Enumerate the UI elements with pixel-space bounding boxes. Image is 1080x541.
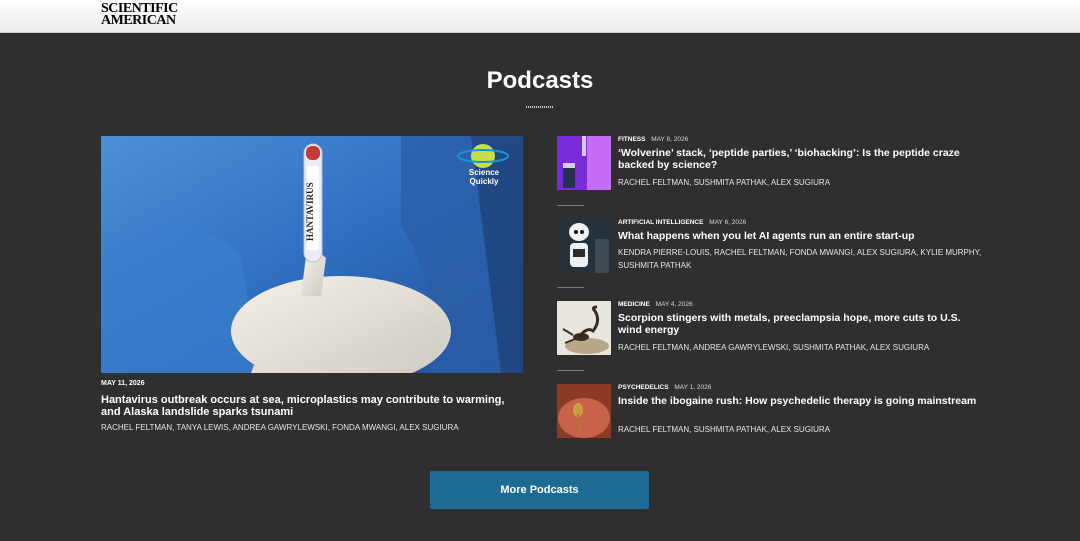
thumbnail-image-scorpion [557,301,611,355]
hero-authors: RACHEL FELTMAN, TANYA LEWIS, ANDREA GAWR… [101,423,459,432]
item-meta: ARTIFICIAL INTELLIGENCE MAY 6, 2026 [618,219,746,226]
hero-image[interactable]: HANTAVIRUS Science Quickly [101,136,523,373]
item-meta: MEDICINE MAY 4, 2026 [618,301,693,308]
podcast-thumbnail[interactable] [557,136,611,190]
item-title[interactable]: Scorpion stingers with metals, preeclamp… [618,312,983,336]
item-meta: FITNESS MAY 8, 2026 [618,136,688,143]
item-authors: KENDRA PIERRE-LOUIS, RACHEL FELTMAN, FON… [618,248,982,270]
section-title: Podcasts [486,67,594,94]
science-quickly-badge: Science Quickly [468,168,500,186]
hero-date: MAY 11, 2026 [101,380,145,387]
divider [557,287,584,288]
item-authors: RACHEL FELTMAN, ANDREA GAWRYLEWSKI, SUSH… [618,343,930,352]
podcast-thumbnail[interactable] [557,384,611,438]
thumbnail-image-ibogaine [557,384,611,438]
tube-label: HANTAVIRUS [305,182,315,241]
item-authors: RACHEL FELTMAN, SUSHMITA PATHAK, ALEX SU… [618,425,831,434]
item-category[interactable]: PSYCHEDELICS [618,384,669,391]
item-date: MAY 8, 2026 [651,136,689,143]
item-date: MAY 4, 2026 [655,301,693,308]
thumbnail-image-peptides [557,136,611,190]
site-header: SCIENTIFIC AMERICAN [0,0,1080,33]
item-category[interactable]: FITNESS [618,136,645,143]
podcast-thumbnail[interactable] [557,301,611,355]
item-meta: PSYCHEDELICS MAY 1, 2026 [618,384,711,391]
item-title[interactable]: ‘Wolverine’ stack, ‘peptide parties,’ ‘b… [618,147,983,171]
divider [557,370,584,371]
site-logo[interactable]: SCIENTIFIC AMERICAN [101,2,191,28]
more-podcasts-button[interactable]: More Podcasts [430,471,649,509]
podcast-thumbnail[interactable] [557,219,611,273]
item-title[interactable]: What happens when you let AI agents run … [618,230,983,242]
hero-title[interactable]: Hantavirus outbreak occurs at sea, micro… [101,394,521,418]
title-divider [526,106,554,108]
divider [557,205,584,206]
item-title[interactable]: Inside the ibogaine rush: How psychedeli… [618,395,983,407]
item-date: MAY 1, 2026 [674,384,712,391]
thumbnail-image-robot [557,219,611,273]
item-category[interactable]: MEDICINE [618,301,650,308]
logo-line-2: AMERICAN [101,13,176,28]
item-authors: RACHEL FELTMAN, SUSHMITA PATHAK, ALEX SU… [618,178,831,187]
item-date: MAY 6, 2026 [709,219,747,226]
item-category[interactable]: ARTIFICIAL INTELLIGENCE [618,219,703,226]
